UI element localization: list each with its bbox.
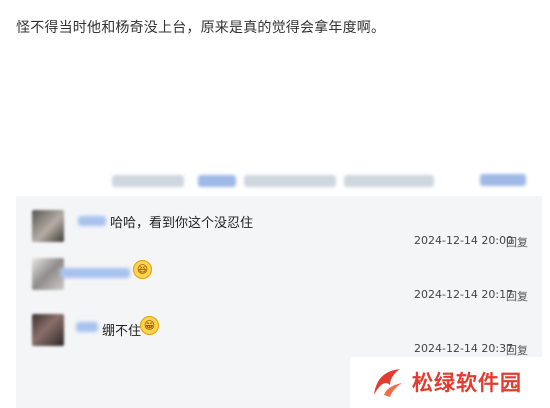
blurred-meta-bar [112, 172, 542, 190]
username[interactable] [78, 216, 106, 226]
post-text: 怪不得当时他和杨奇没上台，原来是真的觉得会拿年度啊。 [16, 20, 386, 36]
leaf-logo-icon [374, 369, 402, 397]
comment-item: 😆 2024-12-14 20:17 回复 [16, 258, 542, 306]
comment-item: 绷不住 😁 2024-12-14 20:37 回复 [16, 314, 542, 362]
username[interactable] [60, 268, 130, 278]
comment-item: 哈哈，看到你这个没忍住 2024-12-14 20:00 回复 [16, 210, 542, 258]
watermark: 松绿软件园 [350, 357, 550, 408]
reply-button[interactable]: 回复 [506, 234, 528, 250]
comment-timestamp: 2024-12-14 20:17 [414, 288, 514, 301]
grinning-emoji-icon: 😁 [140, 316, 159, 335]
comment-text: 绷不住 [102, 324, 142, 339]
username[interactable] [76, 322, 98, 332]
reply-button[interactable]: 回复 [506, 342, 528, 358]
comment-timestamp: 2024-12-14 20:00 [414, 234, 514, 247]
avatar[interactable] [32, 314, 64, 346]
reply-button[interactable]: 回复 [506, 288, 528, 304]
comment-text: 哈哈，看到你这个没忍住 [110, 216, 254, 231]
laughing-emoji-icon: 😆 [133, 260, 152, 279]
avatar[interactable] [32, 210, 64, 242]
comment-timestamp: 2024-12-14 20:37 [414, 342, 514, 355]
watermark-text: 松绿软件园 [412, 371, 522, 395]
